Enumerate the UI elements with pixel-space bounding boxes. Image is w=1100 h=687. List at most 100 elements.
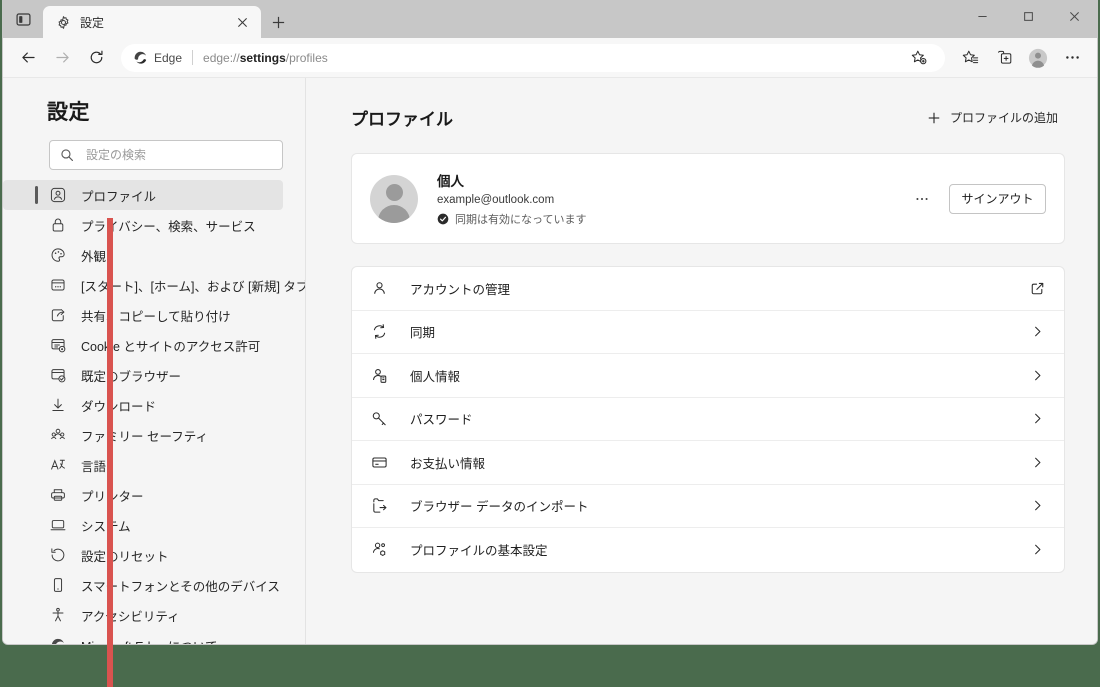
settings-row-6[interactable]: プロファイルの基本設定 [352, 528, 1064, 572]
sidebar-item-13[interactable]: スマートフォンとその他のデバイス [3, 570, 283, 600]
avatar-icon[interactable] [1021, 43, 1055, 73]
main-header: プロファイル プロファイルの追加 [351, 104, 1065, 131]
sidebar-item-2[interactable]: 外観 [3, 240, 283, 270]
sidebar-item-15[interactable]: Microsoft Edge について [3, 630, 283, 644]
avatar [370, 174, 418, 223]
settings-row-3[interactable]: パスワード [352, 398, 1064, 441]
phone-icon [49, 576, 67, 594]
tab-title: 設定 [80, 15, 105, 30]
settings-row-label: アカウントの管理 [410, 282, 511, 297]
close-icon[interactable] [1051, 0, 1097, 32]
sidebar-item-11[interactable]: システム [3, 510, 283, 540]
search-settings-box[interactable] [49, 140, 283, 170]
sidebar-item-label: 言語 [81, 459, 107, 474]
search-input[interactable] [84, 147, 272, 163]
sidebar-item-14[interactable]: アクセシビリティ [3, 600, 283, 630]
sidebar-item-label: 外観 [81, 249, 107, 264]
settings-row-label: ブラウザー データのインポート [410, 500, 589, 515]
refresh-icon[interactable] [79, 43, 113, 73]
arrow-left-icon[interactable] [11, 43, 45, 73]
sidebar-item-label: ファミリー セーフティ [81, 429, 208, 444]
address-bar[interactable]: Edge edge://settings/profiles [121, 43, 945, 73]
system-icon [49, 516, 67, 534]
reset-icon [49, 546, 67, 564]
window-controls [959, 0, 1097, 32]
profile-card: 個人 example@outlook.com 同期は有効になっています サインア… [351, 153, 1065, 244]
collections-icon[interactable] [987, 43, 1021, 73]
sync-status-row: 同期は有効になっています [437, 211, 907, 227]
profile-email: example@outlook.com [437, 194, 555, 206]
browser-toolbar: Edge edge://settings/profiles [3, 38, 1097, 78]
person-info-icon [370, 366, 388, 384]
signout-button[interactable]: サインアウト [949, 183, 1046, 214]
minimize-icon[interactable] [959, 0, 1005, 32]
lock-icon [49, 216, 67, 234]
arrow-right-icon[interactable] [45, 43, 79, 73]
sidebar-item-1[interactable]: プライバシー、検索、サービス [3, 210, 283, 240]
card-icon [370, 453, 388, 471]
settings-row-label: お支払い情報 [410, 456, 486, 471]
chevron-right-icon[interactable] [1028, 453, 1046, 471]
sidebar-item-label: アクセシビリティ [81, 609, 180, 624]
sidebar-item-4[interactable]: 共有、コピーして貼り付け [3, 300, 283, 330]
tab-actions-icon[interactable] [3, 0, 43, 38]
settings-row-2[interactable]: 個人情報 [352, 354, 1064, 398]
profile-info: 個人 example@outlook.com 同期は有効になっています [437, 170, 907, 227]
edge-logo-icon [133, 50, 148, 65]
language-icon [49, 456, 67, 474]
sidebar-item-3[interactable]: [スタート]、[ホーム]、および [新規] タブ [3, 270, 305, 300]
main-title: プロファイル [351, 110, 453, 129]
sidebar-item-9[interactable]: 言語 [3, 450, 283, 480]
sidebar-nav-list: プロファイル プライバシー、検索、サービス外観 [スタート]、[ホーム]、および [… [3, 180, 305, 644]
sidebar-item-7[interactable]: ダウンロード [3, 390, 283, 420]
sidebar-item-label: 共有、コピーして貼り付け [81, 309, 231, 324]
edge-logo-icon [49, 636, 67, 644]
palette-icon [49, 246, 67, 264]
profile-more-button[interactable] [907, 184, 937, 214]
maximize-icon[interactable] [1005, 0, 1051, 32]
settings-row-5[interactable]: ブラウザー データのインポート [352, 485, 1064, 528]
star-add-icon[interactable] [901, 43, 935, 73]
chevron-right-icon[interactable] [1028, 541, 1046, 559]
red-vertical-guide-line [107, 218, 113, 687]
star-list-icon[interactable] [953, 43, 987, 73]
chevron-right-icon[interactable] [1028, 323, 1046, 341]
chevron-right-icon[interactable] [1028, 410, 1046, 428]
external-link-icon[interactable] [1028, 279, 1046, 297]
sidebar-item-6[interactable]: 既定のブラウザー [3, 360, 283, 390]
close-icon[interactable] [231, 11, 253, 33]
sidebar-item-12[interactable]: 設定のリセット [3, 540, 283, 570]
sidebar-item-label: [スタート]、[ホーム]、および [新規] タブ [81, 279, 306, 294]
profile-prefs-icon [370, 541, 388, 559]
chevron-right-icon[interactable] [1028, 497, 1046, 515]
screen: 設定 Edge edge://settings/profiles 設定 設定の検… [0, 0, 1100, 687]
browser-window: 設定 Edge edge://settings/profiles 設定 設定の検… [2, 0, 1098, 645]
profile-icon [49, 186, 67, 204]
sidebar-item-5[interactable]: Cookie とサイトのアクセス許可 [3, 330, 283, 360]
settings-row-1[interactable]: 同期 [352, 311, 1064, 354]
browser-tab[interactable]: 設定 [43, 6, 261, 38]
page-title: 設定 [47, 101, 90, 124]
sidebar-item-label: システム [81, 519, 131, 534]
add-profile-label: プロファイルの追加 [949, 111, 1058, 125]
add-profile-button[interactable]: プロファイルの追加 [920, 104, 1065, 131]
sync-icon [370, 323, 388, 341]
omnibox-divider [192, 50, 194, 65]
tab-strip: 設定 [3, 0, 1097, 38]
new-tab-button[interactable] [261, 6, 295, 38]
sidebar-item-10[interactable]: プリンター [3, 480, 283, 510]
edge-badge: Edge [133, 50, 182, 65]
sidebar-item-label: ダウンロード [81, 399, 157, 414]
sidebar-item-label: 設定のリセット [81, 549, 169, 564]
sync-status-text: 同期は有効になっています [455, 214, 587, 226]
sidebar-item-label: 既定のブラウザー [81, 369, 182, 384]
profile-name: 個人 [437, 174, 464, 189]
newtab-icon [49, 276, 67, 294]
settings-row-0[interactable]: アカウントの管理 [352, 267, 1064, 311]
cookie-permissions-icon [49, 336, 67, 354]
settings-row-4[interactable]: お支払い情報 [352, 441, 1064, 485]
sidebar-item-0[interactable]: プロファイル [3, 180, 283, 210]
sidebar-item-8[interactable]: ファミリー セーフティ [3, 420, 283, 450]
ellipsis-icon[interactable] [1055, 43, 1089, 73]
chevron-right-icon[interactable] [1028, 366, 1046, 384]
